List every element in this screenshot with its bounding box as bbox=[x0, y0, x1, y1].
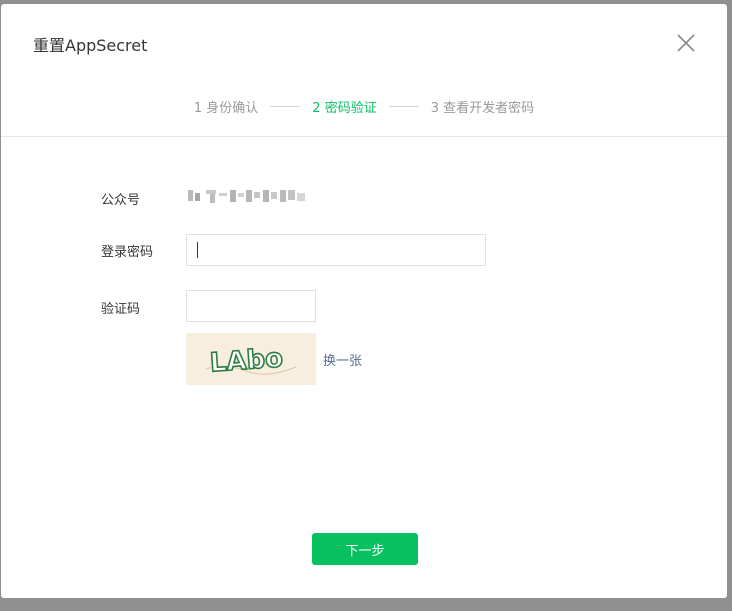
close-icon bbox=[677, 34, 695, 52]
step-identity: 1 身份确认 bbox=[193, 101, 259, 116]
step-separator bbox=[270, 106, 301, 107]
step-password: 2 密码验证 bbox=[312, 101, 377, 116]
account-name-blurred bbox=[188, 190, 305, 203]
account-label: 公众号 bbox=[101, 193, 141, 208]
dialog-title: 重置AppSecret bbox=[33, 36, 148, 55]
step-view-secret: 3 查看开发者密码 bbox=[430, 101, 535, 116]
step-indicator: 1 身份确认 2 密码验证 3 查看开发者密码 bbox=[1, 97, 727, 116]
text-cursor bbox=[197, 242, 198, 258]
captcha-input[interactable] bbox=[186, 290, 316, 322]
password-label: 登录密码 bbox=[101, 245, 154, 260]
reset-appsecret-dialog: 重置AppSecret 1 身份确认 2 密码验证 3 查看开发者密码 公众号 … bbox=[1, 4, 727, 598]
captcha-label: 验证码 bbox=[101, 302, 141, 317]
captcha-text: LAbo bbox=[209, 343, 284, 378]
captcha-image[interactable]: LAbo bbox=[186, 333, 316, 385]
password-input[interactable] bbox=[186, 234, 486, 266]
step-separator bbox=[388, 106, 419, 107]
refresh-captcha-link[interactable]: 换一张 bbox=[323, 350, 362, 369]
captcha-graphic: LAbo bbox=[205, 343, 297, 379]
close-button[interactable] bbox=[671, 28, 701, 58]
next-step-button[interactable]: 下一步 bbox=[312, 533, 418, 565]
header-divider bbox=[1, 136, 727, 137]
